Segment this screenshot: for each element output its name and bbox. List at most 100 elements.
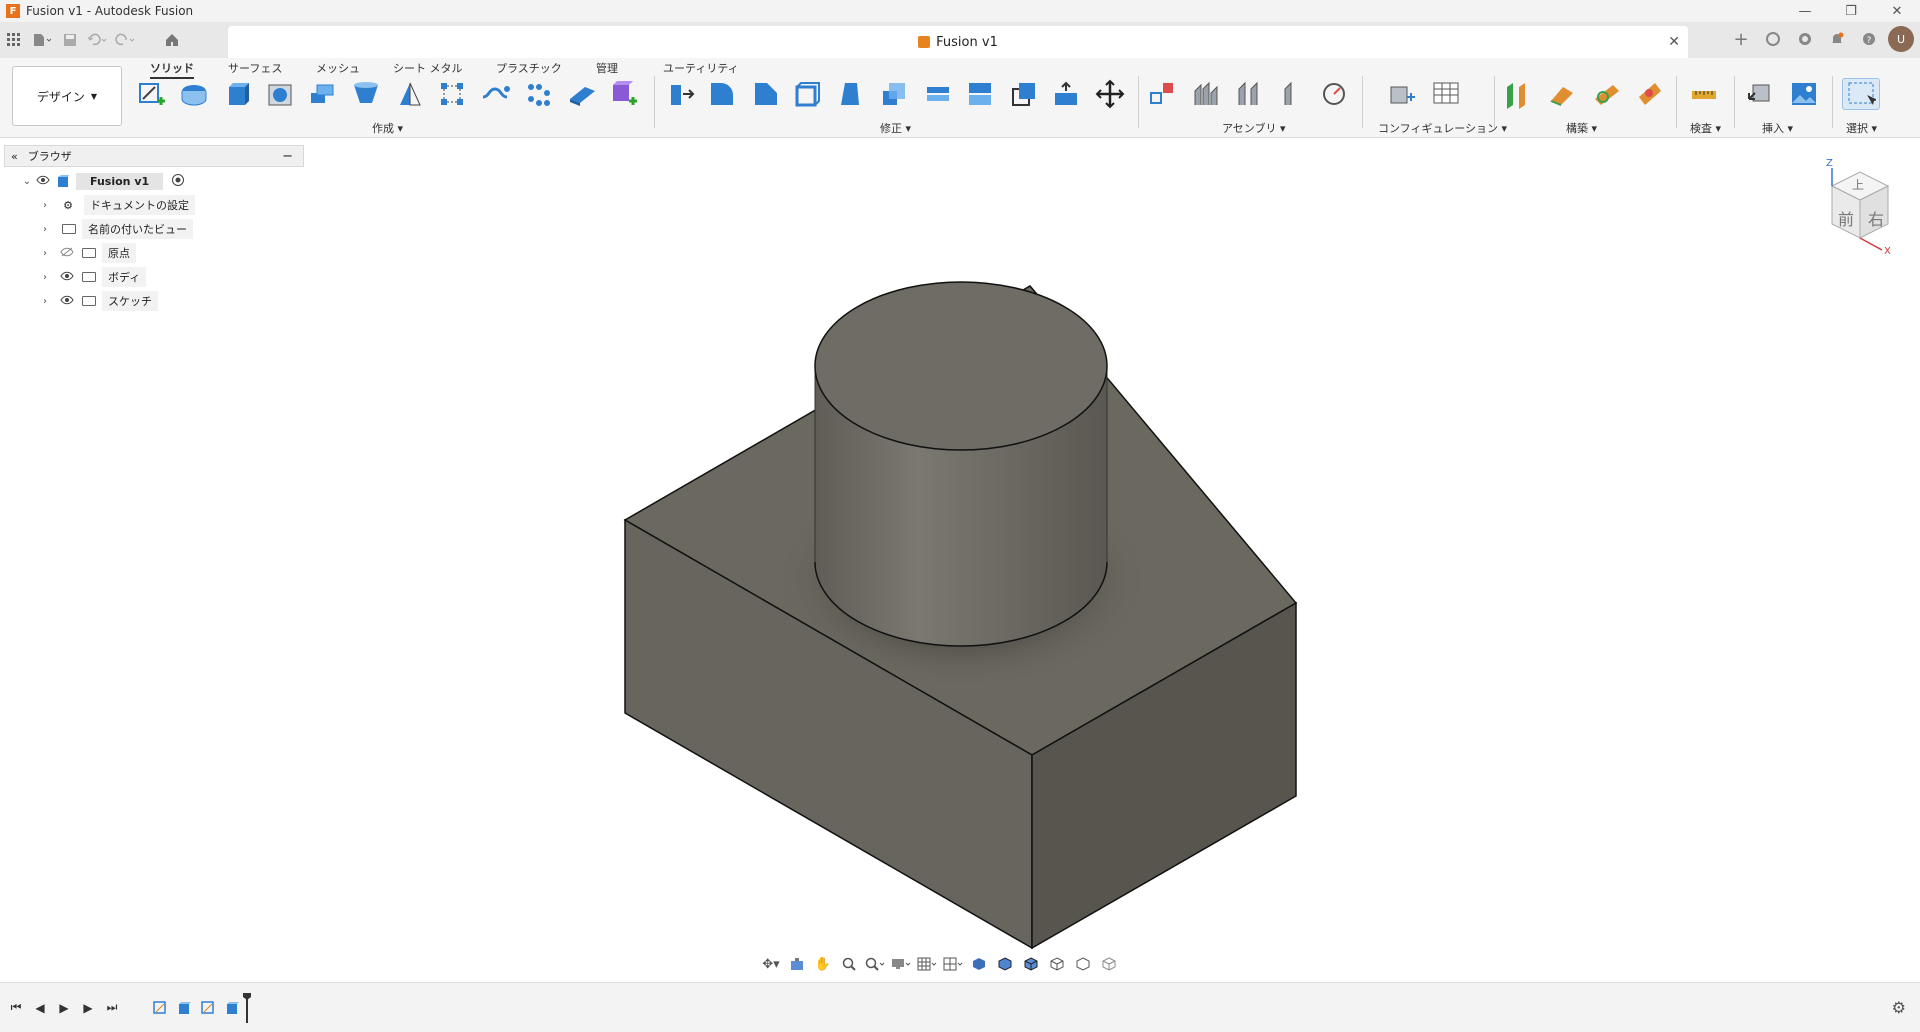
joint-icon[interactable]	[1190, 78, 1222, 110]
thicken-icon[interactable]	[566, 78, 598, 110]
press-pull-icon[interactable]	[664, 78, 696, 110]
plane-at-angle-icon[interactable]	[1546, 78, 1578, 110]
joint-origin-icon[interactable]	[1274, 78, 1306, 110]
timeline-sketch-icon[interactable]	[151, 999, 169, 1017]
inspect-group-label[interactable]: 検査 ▾	[1690, 120, 1721, 136]
job-status-icon[interactable]	[1760, 26, 1786, 52]
orbit-icon[interactable]: ✥▾	[758, 952, 784, 976]
pan-icon[interactable]: ✋	[810, 952, 836, 976]
hidden-edges-visual-style-icon[interactable]	[1018, 952, 1044, 976]
step-back-icon[interactable]: ◀	[28, 996, 52, 1020]
shell-icon[interactable]	[792, 78, 824, 110]
midplane-icon[interactable]	[1634, 78, 1666, 110]
configuration-group-label[interactable]: コンフィギュレーション ▾	[1378, 120, 1507, 136]
viewcube-front-label[interactable]: 前	[1838, 206, 1854, 230]
shaded-visual-style-icon[interactable]	[966, 952, 992, 976]
viewcube-top-label[interactable]: 上	[1852, 176, 1864, 193]
minimize-button[interactable]: —	[1782, 0, 1828, 22]
tab-manage[interactable]: 管理	[596, 60, 618, 76]
create-base-feature-icon[interactable]	[608, 78, 640, 110]
grid-snap-icon[interactable]	[914, 952, 940, 976]
revolve-icon[interactable]	[264, 78, 296, 110]
display-settings-icon[interactable]	[888, 952, 914, 976]
extrude-icon[interactable]	[222, 78, 254, 110]
user-avatar[interactable]: U	[1888, 26, 1914, 52]
go-to-end-icon[interactable]: ⏭	[100, 996, 124, 1020]
redo-icon[interactable]	[112, 26, 140, 54]
view-cube[interactable]: 上 前 右 Z X	[1812, 158, 1902, 258]
cylinder-top-face[interactable]	[814, 281, 1108, 451]
document-tab[interactable]: Fusion v1 ✕	[228, 26, 1688, 58]
new-tab-button[interactable]: +	[1728, 26, 1754, 52]
gear-icon[interactable]: ⚙	[1892, 998, 1906, 1017]
construct-group-label[interactable]: 構築 ▾	[1566, 120, 1597, 136]
create-form-icon[interactable]	[178, 78, 210, 110]
loft-icon[interactable]	[350, 78, 382, 110]
mirror-icon[interactable]	[394, 78, 426, 110]
timeline-marker[interactable]	[243, 992, 251, 1023]
tab-mesh[interactable]: メッシュ	[316, 60, 360, 76]
fillet-icon[interactable]	[706, 78, 738, 110]
model-viewport[interactable]	[0, 140, 1920, 980]
measure-icon[interactable]	[1688, 78, 1720, 110]
configure-design-icon[interactable]	[1386, 78, 1418, 110]
close-window-button[interactable]: ✕	[1874, 0, 1920, 22]
insert-group-label[interactable]: 挿入 ▾	[1762, 120, 1793, 136]
tab-utilities[interactable]: ユーティリティ	[663, 60, 739, 76]
insert-image-icon[interactable]	[1788, 78, 1820, 110]
shaded-edges-visual-style-icon[interactable]	[992, 952, 1018, 976]
create-sketch-icon[interactable]	[136, 78, 168, 110]
combine-icon[interactable]	[922, 78, 954, 110]
tab-solid[interactable]: ソリッド	[150, 60, 194, 79]
notifications-icon[interactable]	[1824, 26, 1850, 52]
undo-icon[interactable]	[84, 26, 112, 54]
assemble-group-label[interactable]: アセンブリ ▾	[1222, 120, 1285, 136]
offset-plane-icon[interactable]	[1502, 78, 1534, 110]
wireframe-visual-style-icon[interactable]	[1044, 952, 1070, 976]
pattern-icon[interactable]	[436, 78, 468, 110]
sweep-icon[interactable]	[306, 78, 338, 110]
play-icon[interactable]: ▶	[52, 996, 76, 1020]
new-component-icon[interactable]	[1146, 78, 1178, 110]
scale-icon[interactable]	[878, 78, 910, 110]
tab-sheet-metal[interactable]: シート メタル	[393, 60, 463, 76]
modify-group-label[interactable]: 修正 ▾	[880, 120, 911, 136]
viewcube-right-label[interactable]: 右	[1868, 206, 1884, 230]
extensions-icon[interactable]	[1792, 26, 1818, 52]
timeline-extrude-icon[interactable]	[175, 999, 193, 1017]
insert-derive-icon[interactable]	[1744, 78, 1776, 110]
coil-icon[interactable]	[522, 78, 554, 110]
move-copy-icon[interactable]	[1094, 78, 1126, 110]
zoom-icon[interactable]	[836, 952, 862, 976]
replace-face-icon[interactable]	[1050, 78, 1082, 110]
grid-icon[interactable]	[0, 26, 28, 54]
save-icon[interactable]	[56, 26, 84, 54]
close-tab-button[interactable]: ✕	[1668, 34, 1680, 50]
visible-edges-visual-style-icon[interactable]	[1096, 952, 1122, 976]
home-icon[interactable]	[158, 26, 186, 54]
viewports-icon[interactable]	[940, 952, 966, 976]
select-group-label[interactable]: 選択 ▾	[1846, 120, 1877, 136]
split-face-icon[interactable]	[964, 78, 996, 110]
file-icon[interactable]	[28, 26, 56, 54]
configuration-table-icon[interactable]	[1430, 78, 1462, 110]
tangent-plane-icon[interactable]	[1590, 78, 1622, 110]
timeline-sketch-icon[interactable]	[199, 999, 217, 1017]
workspace-dropdown[interactable]: デザイン ▼	[12, 66, 122, 126]
wireframe-hidden-visual-style-icon[interactable]	[1070, 952, 1096, 976]
fit-icon[interactable]	[862, 952, 888, 976]
tab-plastic[interactable]: プラスチック	[496, 60, 562, 76]
draft-icon[interactable]	[834, 78, 866, 110]
as-built-joint-icon[interactable]	[1232, 78, 1264, 110]
chamfer-icon[interactable]	[750, 78, 782, 110]
timeline-extrude-icon[interactable]	[223, 999, 241, 1017]
motion-link-icon[interactable]	[1318, 78, 1350, 110]
split-body-icon[interactable]	[1008, 78, 1040, 110]
pipe-icon[interactable]	[480, 78, 512, 110]
help-icon[interactable]: ?	[1856, 26, 1882, 52]
go-to-start-icon[interactable]: ⏮	[4, 996, 28, 1020]
create-group-label[interactable]: 作成 ▾	[372, 120, 403, 136]
step-forward-icon[interactable]: ▶	[76, 996, 100, 1020]
tab-surface[interactable]: サーフェス	[228, 60, 282, 76]
look-at-icon[interactable]	[784, 952, 810, 976]
